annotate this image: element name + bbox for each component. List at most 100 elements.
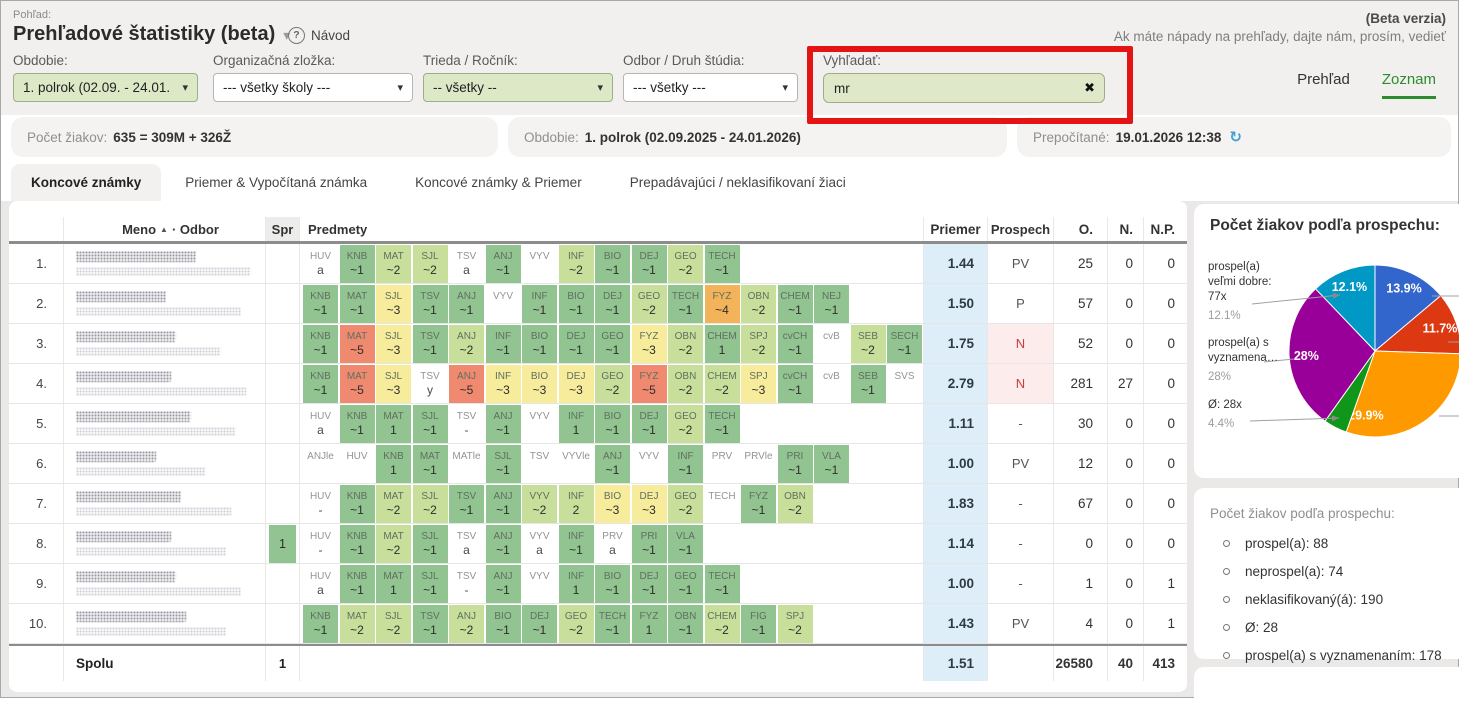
subject-chip-GEO: GEO~2 (632, 285, 667, 323)
student-name-anonymized (64, 524, 266, 563)
subject-chip-SJL: SJL~1 (413, 405, 448, 443)
subject-abbr: VLA (822, 450, 841, 463)
subject-grade: ~2 (752, 343, 766, 358)
name-mask-line1 (76, 451, 156, 462)
subject-grade: ~3 (387, 343, 401, 358)
subject-grade: ~1 (788, 463, 802, 478)
subject-grade: a (463, 263, 470, 278)
name-mask-line1 (76, 491, 181, 502)
tab-2[interactable]: Priemer & Vypočítaná známka (161, 164, 391, 201)
subject-chip-INF: INF1 (559, 565, 594, 603)
search-input[interactable] (823, 73, 1105, 103)
header-priemer[interactable]: Priemer (924, 217, 988, 241)
subject-abbr: GEO (601, 370, 623, 383)
org-select[interactable]: --- všetky školy --- ▾ (213, 73, 413, 102)
subject-chip-CHEM: CHEM~2 (705, 365, 740, 403)
header-o[interactable]: O. (1054, 217, 1108, 241)
app-window: { "icons":{"help":"?","clear":"✖","refre… (0, 0, 1459, 698)
subject-grade: ~1 (642, 543, 656, 558)
subject-abbr: INF (568, 570, 584, 583)
clear-search-icon[interactable]: ✖ (1084, 80, 1095, 96)
subject-chip-VYV: VYVa (522, 525, 557, 563)
mode-zoznam[interactable]: Zoznam (1382, 71, 1436, 99)
table-row[interactable]: 3.KNB~1MAT~5SJL~3TSV~1ANJ~2INF~1BIO~1DEJ… (9, 324, 1187, 364)
table-row[interactable]: 8.1HUV-KNB~1MAT~2SJL~1TSVaANJ~1VYVaINF~1… (9, 524, 1187, 564)
subject-grade: ~1 (496, 543, 510, 558)
subject-chip-INF: INF~1 (668, 445, 703, 483)
table-row[interactable]: 2.KNB~1MAT~1SJL~3TSV~1ANJ~1VYVINF~1BIO~1… (9, 284, 1187, 324)
header-spr[interactable]: Spr (266, 217, 300, 241)
table-row[interactable]: 7.HUV-KNB~1MAT~2SJL~2TSV~1ANJ~1VYV~2INF2… (9, 484, 1187, 524)
odbor-select[interactable]: --- všetky --- ▾ (623, 73, 798, 102)
subject-abbr: SJL (421, 410, 438, 423)
subject-chip-GEO: GEO~2 (559, 605, 594, 643)
trieda-value: -- všetky -- (433, 80, 497, 95)
name-mask-line2 (76, 427, 236, 436)
subject-grade: ~1 (569, 543, 583, 558)
subject-chip-ANJ: ANJ~1 (486, 485, 521, 523)
refresh-icon[interactable]: ↻ (1229, 128, 1242, 146)
help-button[interactable]: ? Návod (288, 27, 350, 44)
trieda-select[interactable]: -- všetky -- ▾ (423, 73, 613, 102)
subject-chip-GEO: GEO~2 (668, 485, 703, 523)
priemer-cell: 1.75 (924, 324, 988, 363)
mode-prehlad[interactable]: Prehľad (1297, 71, 1350, 99)
subject-grade: ~1 (496, 463, 510, 478)
list-bullet-icon (1223, 568, 1230, 575)
n-cell: 0 (1108, 604, 1144, 643)
subject-abbr: SJL (421, 530, 438, 543)
subject-chip-SJL: SJL~2 (413, 485, 448, 523)
tab-4[interactable]: Prepadávajúci / neklasifikovaní žiaci (606, 164, 870, 201)
subject-grade: ~3 (569, 383, 583, 398)
student-name-anonymized (64, 484, 266, 523)
subject-abbr: KNB (347, 530, 368, 543)
subject-grade: ~2 (679, 383, 693, 398)
table-row[interactable]: 6.ANJleHUVKNB1MAT~1MATleSJL~1TSVVYVleANJ… (9, 444, 1187, 484)
subject-chip-VYV: VYV (522, 565, 557, 603)
header-prospech[interactable]: Prospech (988, 217, 1054, 241)
spr-cell: 1 (266, 524, 300, 563)
subject-grade: ~1 (350, 543, 364, 558)
header-n[interactable]: N. (1108, 217, 1144, 241)
prospech-list-item: Ø: 28 (1210, 613, 1459, 641)
tab-1[interactable]: Koncové známky (11, 164, 161, 201)
obdobie-select[interactable]: 1. polrok (02.09. - 24.01. ▾ (13, 73, 198, 102)
subject-abbr: FYZ (640, 610, 659, 623)
subject-chip-SPJ: SPJ~2 (741, 325, 776, 363)
subject-chip-DEJ: DEJ~1 (522, 605, 557, 643)
list-bullet-icon (1223, 624, 1230, 631)
subject-chip-MAT: MAT~5 (340, 325, 375, 363)
subject-abbr: MAT (383, 250, 403, 263)
student-name-anonymized (64, 284, 266, 323)
subject-grade: ~1 (496, 423, 510, 438)
table-row[interactable]: 4.KNB~1MAT~5SJL~3TSVyANJ~5INF~3BIO~3DEJ~… (9, 364, 1187, 404)
name-mask-line2 (76, 627, 226, 636)
table-row[interactable]: 5.HUVaKNB~1MAT1SJL~1TSV-ANJ~1VYVINF1BIO~… (9, 404, 1187, 444)
table-row[interactable]: 1.HUVaKNB~1MAT~2SJL~2TSVaANJ~1VYVINF~2BI… (9, 244, 1187, 284)
np-cell: 0 (1144, 444, 1187, 483)
subject-abbr: KNB (347, 570, 368, 583)
subject-grade: ~2 (387, 623, 401, 638)
subjects-cell: ANJleHUVKNB1MAT~1MATleSJL~1TSVVYVleANJ~1… (300, 444, 924, 483)
subject-abbr: DEJ (530, 610, 549, 623)
name-mask-line1 (76, 251, 196, 262)
header-meno-odbor[interactable]: Meno ▲ · Odbor (64, 217, 266, 241)
search-label: Vyhľadať: (823, 53, 1105, 68)
subject-grade: ~2 (642, 303, 656, 318)
subject-chip-TSV: TSVa (449, 245, 484, 283)
table-row[interactable]: 9.HUVaKNB~1MAT1SJL~1TSV-ANJ~1VYVINF1BIO~… (9, 564, 1187, 604)
table-row[interactable]: 10.KNB~1MAT~2SJL~2TSV~1ANJ~2BIO~1DEJ~1GE… (9, 604, 1187, 644)
subject-abbr: TSV (420, 290, 439, 303)
subject-chip-ANJ: ANJ~1 (486, 525, 521, 563)
subject-grade: ~1 (715, 423, 729, 438)
subject-chip-HUV: HUVa (303, 405, 338, 443)
prospech-cell: N (988, 324, 1054, 363)
tab-3[interactable]: Koncové známky & Priemer (391, 164, 606, 201)
np-cell: 1 (1144, 564, 1187, 603)
subject-grade: ~1 (423, 543, 437, 558)
header-np[interactable]: N.P. (1144, 217, 1187, 241)
view-label: Pohľad: (13, 9, 51, 21)
subject-grade: ~1 (679, 543, 693, 558)
subject-grade: ~1 (350, 423, 364, 438)
obdobie-value: 1. polrok (02.09. - 24.01. (23, 80, 170, 95)
